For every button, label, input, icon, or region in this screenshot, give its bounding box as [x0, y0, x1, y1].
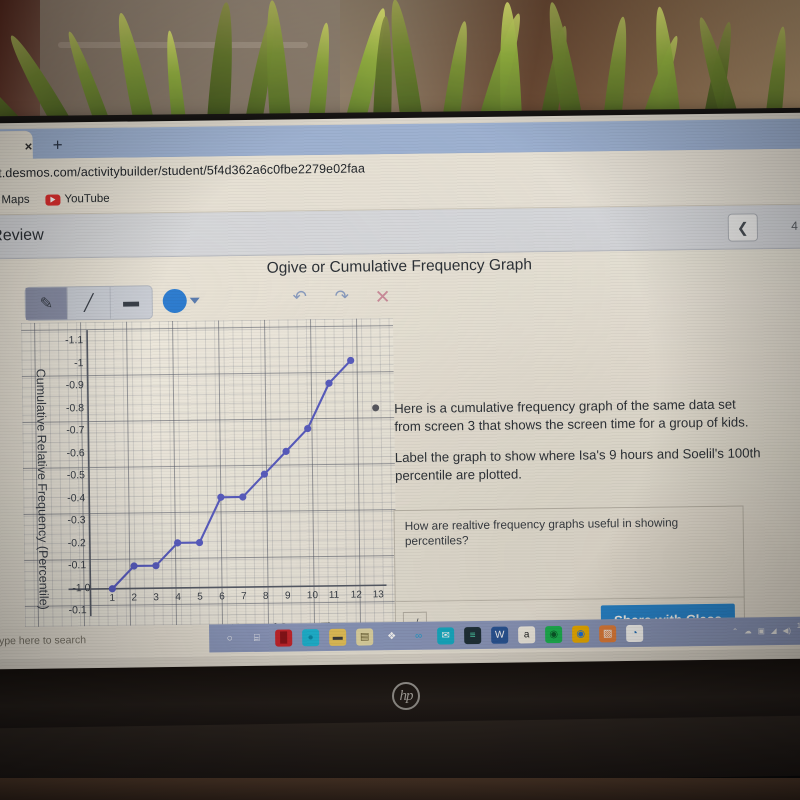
data-point: [217, 493, 225, 501]
x-tick-label: 9: [284, 590, 291, 602]
pencil-tool[interactable]: ✎: [25, 287, 69, 320]
dropbox-icon[interactable]: ❖: [383, 628, 400, 645]
volume-icon[interactable]: ◀): [783, 626, 791, 635]
tab-close-icon[interactable]: ×: [25, 139, 33, 154]
y-tick-label: -1: [74, 356, 84, 370]
y-tick-label: -0.8: [65, 401, 85, 415]
spotify-icon[interactable]: ◉: [545, 625, 563, 643]
system-tray: ⌃ ☁ ▣ ◢ ◀) 11:05 8/31: [732, 621, 800, 640]
search-input[interactable]: Type here to search: [0, 634, 86, 647]
display-icon[interactable]: ▣: [758, 626, 765, 635]
x-tick-label: 5: [197, 591, 203, 603]
slide-title: Ogive or Cumulative Frequency Graph: [266, 256, 533, 277]
x-tick-label: 3: [153, 592, 159, 604]
store-icon[interactable]: ▤: [356, 627, 374, 646]
network-icon[interactable]: ◢: [771, 626, 777, 635]
mail-icon[interactable]: ✉: [437, 626, 455, 645]
page-title: 2 Review: [0, 226, 44, 245]
y-tick-label: -0.6: [66, 446, 85, 460]
x-tick-label: 12: [350, 589, 362, 601]
x-tick-label: 4: [175, 591, 181, 603]
file-explorer-icon[interactable]: ▬: [329, 628, 347, 646]
url-text: dent.desmos.com/activitybuilder/student/…: [0, 161, 366, 181]
y-tick-label: -0.5: [66, 469, 86, 482]
desk-surface: [0, 778, 800, 800]
x-tick-label: 8: [262, 590, 269, 602]
drawing-toolbar: ✎ ╱ ▬: [24, 285, 154, 321]
answer-textarea[interactable]: How are realtive frequency graphs useful…: [393, 505, 745, 603]
office-icon[interactable]: ▧: [599, 624, 617, 642]
y-tick-label: -0.1: [68, 604, 87, 617]
y-tick-label: -0.4: [67, 492, 86, 505]
undo-button[interactable]: ↶: [293, 287, 308, 307]
teal-app-icon[interactable]: ≡: [464, 626, 482, 644]
word-icon[interactable]: W: [491, 626, 509, 644]
laptop-screen: × + dent.desmos.com/activitybuilder/stud…: [0, 112, 800, 676]
ogive-graph[interactable]: -0.1 -1 0 -0.1 -0.2 -0.3 -0.4 -0.5 -0.6 -0.7 -0.8…: [21, 318, 398, 653]
prompt-paragraph-1: Here is a cumulative frequency graph of …: [394, 396, 749, 435]
y-tick-label: -0.9: [65, 379, 84, 392]
infinity-icon[interactable]: ∞: [410, 627, 427, 644]
x-tick-label: 11: [328, 589, 340, 601]
y-tick-label: -1.1: [65, 334, 84, 347]
x-tick-label: 2: [131, 592, 138, 604]
new-tab-button[interactable]: +: [53, 135, 63, 155]
redo-button[interactable]: ↷: [335, 287, 350, 307]
series-line: [111, 359, 352, 590]
stray-point: [371, 403, 379, 411]
youtube-icon: [45, 193, 61, 206]
y-tick-label: -0.1: [67, 559, 87, 572]
app-red-icon[interactable]: █: [275, 628, 293, 647]
y-tick-label: -0.2: [67, 537, 86, 550]
y-tick-label: -0.3: [67, 514, 86, 527]
prompt-paragraph-2: Label the graph to show where Isa's 9 ho…: [394, 445, 761, 483]
x-tick-label: 7: [241, 591, 247, 603]
task-view-icon[interactable]: ⌸: [248, 629, 265, 646]
answer-text: How are realtive frequency graphs useful…: [404, 515, 679, 549]
pen-tool[interactable]: ╱: [67, 286, 111, 320]
amazon-icon[interactable]: a: [518, 625, 536, 643]
x-tick-label: 6: [219, 591, 225, 603]
bookmark-youtube[interactable]: YouTube: [45, 192, 110, 206]
previous-screen-button[interactable]: ❮: [727, 213, 759, 242]
chrome-icon[interactable]: ◉: [572, 625, 590, 643]
bookmark-maps-label: Maps: [1, 193, 30, 207]
cortana-icon[interactable]: ○: [221, 630, 238, 647]
photo-scene: × + dent.desmos.com/activitybuilder/stud…: [0, 0, 800, 800]
eraser-tool[interactable]: ▬: [110, 286, 152, 319]
bookmark-youtube-label: YouTube: [64, 192, 110, 206]
bookmark-maps[interactable]: Maps: [0, 193, 30, 207]
show-hidden-icons-icon[interactable]: ⌃: [732, 627, 738, 636]
edge-icon[interactable]: ◔: [626, 624, 644, 642]
data-point: [195, 538, 204, 547]
x-tick-label: 1: [109, 592, 116, 604]
app-cyan-icon[interactable]: ●: [302, 628, 320, 646]
screen-counter: 4 o: [791, 218, 800, 233]
activity-slide: Ogive or Cumulative Frequency Graph ✎ ╱ …: [0, 248, 800, 660]
cloud-icon[interactable]: ☁: [744, 627, 752, 636]
color-swatch[interactable]: [162, 288, 187, 314]
y-tick-label: -0.7: [66, 424, 85, 437]
y-axis: [86, 330, 92, 617]
clear-button[interactable]: ✕: [375, 286, 391, 309]
hp-logo: hp: [392, 682, 420, 710]
x-tick-label: 10: [306, 590, 319, 602]
prompt-text: Here is a cumulative frequency graph of …: [394, 395, 765, 485]
chevron-down-icon[interactable]: [189, 297, 200, 304]
x-tick-label: 13: [372, 589, 384, 601]
